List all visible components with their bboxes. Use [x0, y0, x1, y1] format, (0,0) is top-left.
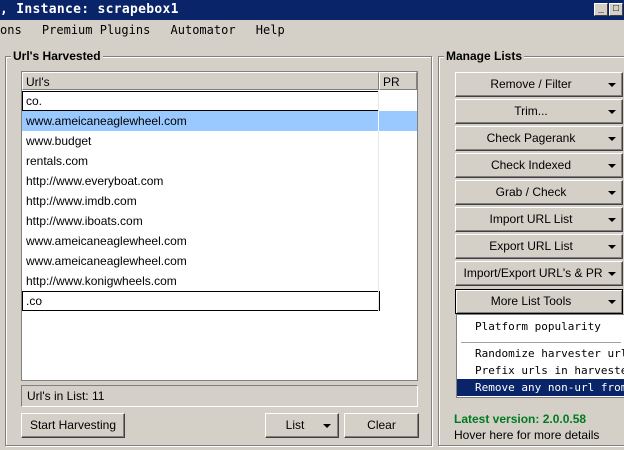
table-row[interactable]: http://www.imdb.com: [22, 191, 417, 211]
list-button-label: List: [285, 418, 305, 432]
start-harvesting-label: Start Harvesting: [29, 418, 117, 432]
menu-bar: ons Premium Plugins Automator Help: [0, 20, 624, 40]
row-separator: [378, 271, 379, 291]
import-url-list-label: Import URL List: [489, 212, 573, 226]
row-url: http://www.everyboat.com: [26, 174, 164, 188]
table-row[interactable]: http://www.konigwheels.com: [22, 271, 417, 291]
chevron-down-icon: [608, 164, 616, 168]
row-separator: [378, 251, 379, 271]
row-url: co.: [26, 94, 43, 108]
check-pagerank-button[interactable]: Check Pagerank: [455, 126, 623, 151]
row-url: .co: [26, 294, 43, 308]
row-url: http://www.imdb.com: [26, 194, 137, 208]
chevron-down-icon: [608, 300, 616, 304]
menu-item-prefix-urls[interactable]: Prefix urls in harvester: [457, 362, 624, 379]
clear-button-label: Clear: [367, 418, 396, 432]
minimize-button[interactable]: _: [594, 3, 608, 16]
check-indexed-button[interactable]: Check Indexed: [455, 153, 623, 178]
chevron-down-icon: [608, 272, 616, 276]
row-separator: [378, 151, 379, 171]
row-edit-box[interactable]: [22, 291, 380, 311]
grab-check-button[interactable]: Grab / Check: [455, 180, 623, 205]
row-separator: [378, 171, 379, 191]
menu-options[interactable]: ons: [0, 20, 22, 40]
check-pagerank-label: Check Pagerank: [486, 131, 576, 145]
chevron-down-icon: [608, 245, 616, 249]
menu-item-randomize-urls[interactable]: Randomize harvester urls: [457, 345, 624, 362]
table-row[interactable]: www.budget: [22, 131, 417, 151]
row-url: www.ameicaneaglewheel.com: [26, 114, 187, 128]
trim-label: Trim...: [514, 104, 548, 118]
maximize-icon: □: [612, 3, 620, 14]
row-url: rentals.com: [26, 154, 89, 168]
table-row[interactable]: rentals.com: [22, 151, 417, 171]
remove-filter-button[interactable]: Remove / Filter: [455, 72, 623, 97]
minimize-icon: _: [598, 3, 604, 14]
menu-automator[interactable]: Automator: [171, 20, 236, 40]
latest-version-label: Latest version: 2.0.0.58: [454, 412, 587, 426]
harvested-group-label: Url's Harvested: [11, 49, 103, 63]
window-title: , Instance: scrapebox1: [0, 2, 179, 17]
column-header-urls[interactable]: Url's: [22, 72, 379, 90]
grab-check-label: Grab / Check: [495, 185, 567, 199]
import-export-pr-label: Import/Export URL's & PR: [463, 266, 603, 280]
harvested-url-list[interactable]: Url's PR co. www.ameicaneaglewheel.com w…: [21, 71, 418, 381]
maximize-button[interactable]: □: [609, 3, 623, 16]
check-indexed-label: Check Indexed: [490, 158, 572, 172]
hover-details-link[interactable]: Hover here for more details: [454, 428, 599, 442]
menu-item-remove-non-url[interactable]: Remove any non-url from h: [457, 379, 624, 396]
table-row[interactable]: .co: [22, 291, 417, 311]
export-url-list-button[interactable]: Export URL List: [455, 234, 623, 259]
manage-lists-label: Manage Lists: [444, 49, 525, 63]
table-row[interactable]: www.ameicaneaglewheel.com: [22, 231, 417, 251]
import-url-list-button[interactable]: Import URL List: [455, 207, 623, 232]
clear-button[interactable]: Clear: [344, 413, 419, 438]
chevron-down-icon: [608, 191, 616, 195]
row-separator: [378, 131, 379, 151]
row-separator: [378, 191, 379, 211]
title-bar: , Instance: scrapebox1 _ □: [0, 0, 624, 20]
row-separator: [378, 111, 379, 131]
menu-help[interactable]: Help: [256, 20, 285, 40]
chevron-down-icon: [608, 137, 616, 141]
row-separator: [378, 211, 379, 231]
row-separator: [378, 231, 379, 251]
menu-divider: [461, 342, 621, 343]
start-harvesting-button[interactable]: Start Harvesting: [21, 413, 125, 438]
menu-item-platform-popularity[interactable]: Platform popularity: [457, 318, 624, 335]
row-separator: [378, 291, 379, 311]
row-url: www.budget: [26, 134, 92, 148]
more-list-tools-button[interactable]: More List Tools: [455, 289, 623, 314]
export-url-list-label: Export URL List: [489, 239, 573, 253]
table-row[interactable]: co.: [22, 91, 417, 111]
more-list-tools-label: More List Tools: [490, 294, 572, 308]
menu-premium-plugins[interactable]: Premium Plugins: [42, 20, 150, 40]
chevron-down-icon: [608, 83, 616, 87]
row-url: http://www.konigwheels.com: [26, 274, 177, 288]
row-url: http://www.iboats.com: [26, 214, 143, 228]
table-row[interactable]: http://www.everyboat.com: [22, 171, 417, 191]
remove-filter-label: Remove / Filter: [490, 77, 572, 91]
chevron-down-icon: [608, 110, 616, 114]
import-export-pr-button[interactable]: Import/Export URL's & PR: [455, 261, 623, 286]
list-menu-button[interactable]: List: [265, 413, 339, 438]
row-url: www.ameicaneaglewheel.com: [26, 234, 187, 248]
chevron-down-icon: [323, 424, 331, 428]
chevron-down-icon: [608, 218, 616, 222]
column-header-pr[interactable]: PR: [379, 72, 417, 90]
row-url: www.ameicaneaglewheel.com: [26, 254, 187, 268]
more-list-tools-menu: Platform popularity Randomize harvester …: [456, 314, 624, 398]
row-separator: [378, 91, 379, 111]
row-edit-box[interactable]: [22, 91, 379, 111]
url-count-status: Url's in List: 11: [21, 385, 418, 407]
table-row[interactable]: www.ameicaneaglewheel.com: [22, 251, 417, 271]
trim-button[interactable]: Trim...: [455, 99, 623, 124]
table-row-selected[interactable]: www.ameicaneaglewheel.com: [22, 111, 417, 131]
table-row[interactable]: http://www.iboats.com: [22, 211, 417, 231]
